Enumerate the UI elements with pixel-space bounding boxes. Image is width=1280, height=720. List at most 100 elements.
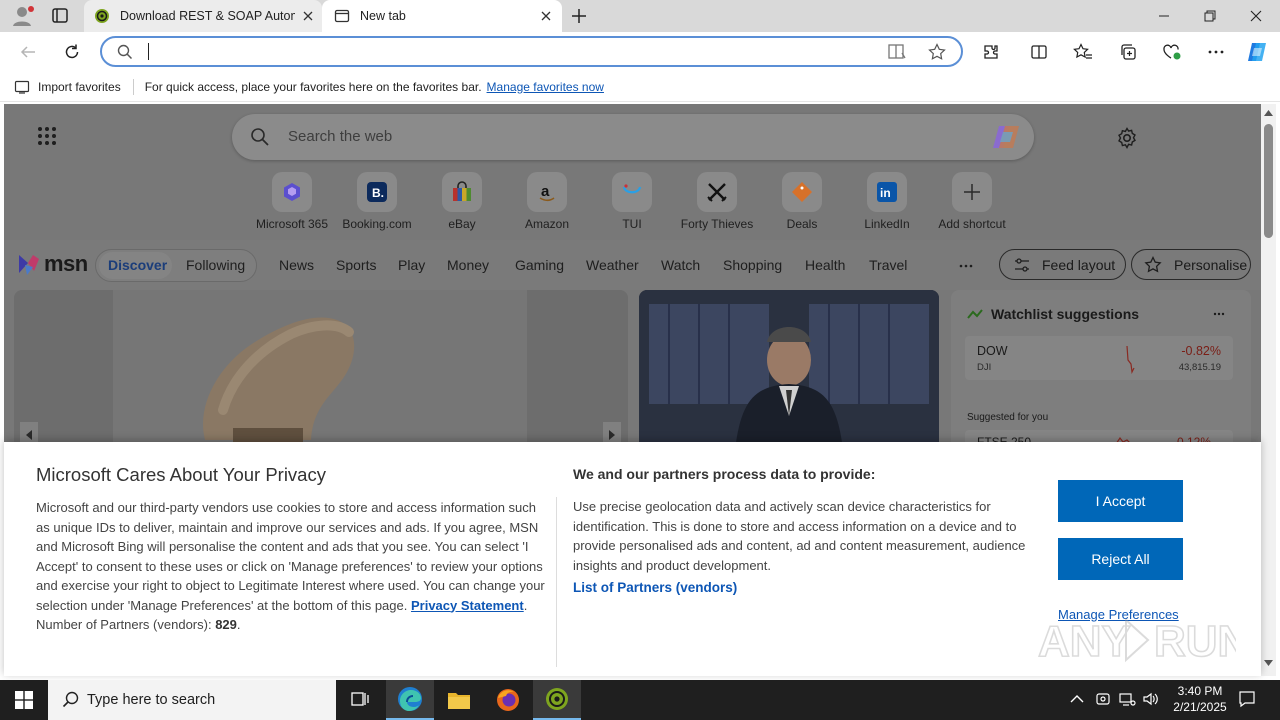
show-hidden-icons-icon[interactable] <box>1070 692 1084 706</box>
shortcut-label: Booking.com <box>342 217 412 231</box>
new-tab-plus-icon[interactable] <box>568 6 590 26</box>
watchlist-title: Watchlist suggestions <box>991 306 1140 322</box>
nav-play[interactable]: Play <box>398 257 425 273</box>
close-tab-icon[interactable] <box>300 8 316 24</box>
tab-following[interactable]: Following <box>186 257 245 273</box>
settings-gear-icon[interactable] <box>1116 127 1138 149</box>
restore-icon[interactable] <box>1187 0 1233 32</box>
windows-start-icon[interactable] <box>0 680 48 720</box>
favorites-hint: For quick access, place your favorites h… <box>144 79 482 94</box>
stock-name: DOW <box>977 344 1008 358</box>
text-cursor <box>148 43 149 60</box>
hero-card[interactable] <box>14 290 628 450</box>
more-options-icon[interactable] <box>1200 36 1232 68</box>
nav-gaming[interactable]: Gaming <box>515 257 564 273</box>
immersive-reader-icon[interactable] <box>887 43 907 61</box>
svg-text:in: in <box>880 186 891 200</box>
shortcut-microsoft-365[interactable]: Microsoft 365 <box>250 172 334 231</box>
feed-layout-label: Feed layout <box>1042 256 1116 273</box>
favorite-star-icon[interactable] <box>928 43 946 61</box>
svg-text:ANY: ANY <box>1038 617 1131 666</box>
app-launcher-icon[interactable] <box>37 126 57 146</box>
privacy-statement-link[interactable]: Privacy Statement <box>411 598 524 613</box>
manage-favorites-link[interactable]: Manage favorites now <box>487 80 604 94</box>
personalise-button[interactable]: Personalise <box>1131 249 1251 280</box>
shortcut-label: Deals <box>786 217 818 231</box>
soapui-taskbar-icon[interactable] <box>533 680 581 720</box>
page-scrollbar[interactable] <box>1261 104 1276 676</box>
profile-avatar[interactable] <box>10 5 34 27</box>
firefox-icon[interactable] <box>484 680 532 720</box>
import-favorites-button[interactable]: Import favorites <box>38 80 121 94</box>
list-of-partners-link[interactable]: List of Partners (vendors) <box>573 580 737 595</box>
shortcut-tui[interactable]: TUI <box>590 172 674 231</box>
volume-icon[interactable] <box>1142 691 1160 707</box>
accept-button[interactable]: I Accept <box>1058 480 1183 522</box>
nav-money[interactable]: Money <box>447 257 489 273</box>
web-search-box[interactable]: Search the web <box>232 114 1034 160</box>
shortcut-label: TUI <box>622 217 642 231</box>
back-arrow-icon[interactable] <box>12 36 44 68</box>
divider <box>132 78 134 95</box>
file-explorer-icon[interactable] <box>435 680 483 720</box>
video-card[interactable] <box>639 290 939 450</box>
nav-sports[interactable]: Sports <box>336 257 376 273</box>
address-input[interactable] <box>148 43 848 61</box>
shortcut-linkedin[interactable]: in LinkedIn <box>845 172 929 231</box>
copilot-icon[interactable] <box>1242 36 1274 68</box>
close-window-icon[interactable] <box>1233 0 1279 32</box>
refresh-icon[interactable] <box>56 36 88 68</box>
tab-download-rest-soap[interactable]: Download REST & SOAP Automa <box>84 0 322 32</box>
watchlist-more-icon[interactable] <box>1213 312 1225 316</box>
tab-discover[interactable]: Discover <box>108 257 167 273</box>
stock-trend-icon <box>967 308 983 320</box>
shortcut-forty-thieves[interactable]: Forty Thieves <box>675 172 759 231</box>
shortcut-label: Amazon <box>524 217 570 231</box>
browser-toolbar <box>0 32 1280 72</box>
linkedin-icon: in <box>867 172 907 212</box>
reject-all-button[interactable]: Reject All <box>1058 538 1183 580</box>
split-screen-icon[interactable] <box>1023 36 1055 68</box>
minimize-icon[interactable] <box>1141 0 1187 32</box>
shortcut-booking[interactable]: B. Booking.com <box>335 172 419 231</box>
privacy-body: Microsoft and our third-party vendors us… <box>36 498 546 635</box>
address-bar[interactable] <box>100 36 963 67</box>
search-icon <box>62 691 80 709</box>
network-icon[interactable] <box>1118 691 1136 707</box>
clock-date: 2/21/2025 <box>1173 700 1227 714</box>
meet-now-icon[interactable] <box>1095 691 1111 707</box>
nav-travel[interactable]: Travel <box>869 257 907 273</box>
close-tab-icon[interactable] <box>538 8 554 24</box>
feed-layout-button[interactable]: Feed layout <box>999 249 1126 280</box>
tab-new-tab[interactable]: New tab <box>322 0 562 32</box>
nav-watch[interactable]: Watch <box>661 257 700 273</box>
shortcut-ebay[interactable]: eBay <box>420 172 504 231</box>
nav-weather[interactable]: Weather <box>586 257 639 273</box>
msn-logo[interactable]: msn <box>16 251 88 277</box>
collections-icon[interactable] <box>1112 36 1144 68</box>
shortcut-deals[interactable]: Deals <box>760 172 844 231</box>
screen: Download REST & SOAP Automa New tab Impo… <box>0 0 1280 720</box>
extensions-icon[interactable] <box>975 36 1007 68</box>
search-placeholder: Search the web <box>288 128 393 145</box>
browser-essentials-icon[interactable] <box>1156 36 1188 68</box>
favorites-icon[interactable] <box>1067 36 1099 68</box>
scroll-down-icon[interactable] <box>1264 660 1273 666</box>
nav-shopping[interactable]: Shopping <box>723 257 782 273</box>
system-clock[interactable]: 3:40 PM 2/21/2025 <box>1166 683 1234 715</box>
task-view-icon[interactable] <box>336 680 384 720</box>
stock-row-dow[interactable]: DOW DJI -0.82% 43,815.19 <box>965 336 1233 380</box>
hero-image <box>113 290 527 450</box>
taskbar-search-box[interactable]: Type here to search <box>48 680 336 720</box>
scroll-up-icon[interactable] <box>1264 110 1273 116</box>
nav-health[interactable]: Health <box>805 257 845 273</box>
scrollbar-thumb[interactable] <box>1264 124 1273 238</box>
notifications-icon[interactable] <box>1238 690 1256 708</box>
edge-taskbar-icon[interactable] <box>386 680 434 720</box>
shortcut-amazon[interactable]: a Amazon <box>505 172 589 231</box>
tab-actions-icon[interactable] <box>48 6 72 26</box>
nav-news[interactable]: News <box>279 257 314 273</box>
more-nav-icon[interactable] <box>959 264 973 268</box>
copilot-search-icon[interactable] <box>991 122 1023 152</box>
shortcut-add[interactable]: Add shortcut <box>930 172 1014 231</box>
